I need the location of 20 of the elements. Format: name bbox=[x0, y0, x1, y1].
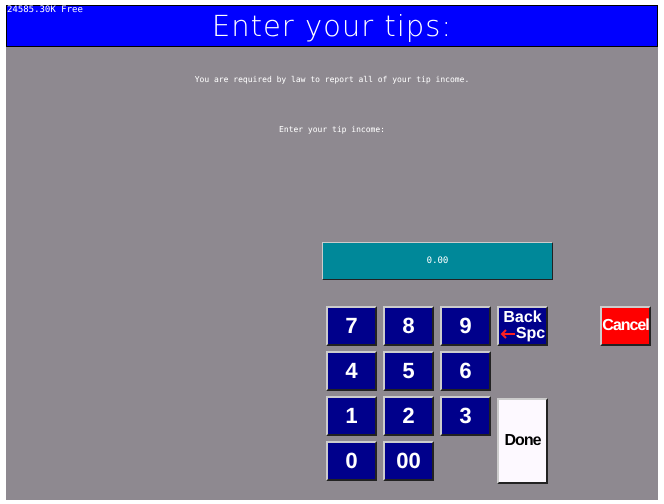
done-button[interactable]: Done bbox=[497, 398, 548, 484]
notice-text: You are required by law to report all of your tip income. bbox=[194, 75, 470, 84]
digit-key[interactable]: 4 bbox=[326, 351, 377, 391]
digit-key[interactable]: 00 bbox=[383, 441, 434, 481]
free-memory: 24585.30K Free bbox=[7, 5, 83, 15]
backspace-key[interactable]: Back Spc bbox=[497, 306, 548, 346]
digit-key[interactable]: 3 bbox=[440, 396, 491, 436]
digit-key[interactable]: 6 bbox=[440, 351, 491, 391]
screen-title: Enter your tips: bbox=[212, 9, 452, 43]
digit-key[interactable]: 0 bbox=[326, 441, 377, 481]
digit-key[interactable]: 7 bbox=[326, 306, 377, 346]
digit-key[interactable]: 1 bbox=[326, 396, 377, 436]
digit-key[interactable]: 2 bbox=[383, 396, 434, 436]
digit-key[interactable]: 5 bbox=[383, 351, 434, 391]
digit-key[interactable]: 9 bbox=[440, 306, 491, 346]
prompt-text: Enter your tip income: bbox=[279, 125, 385, 134]
digit-key[interactable]: 8 bbox=[383, 306, 434, 346]
cancel-button[interactable]: Cancel bbox=[600, 306, 651, 346]
amount-field[interactable]: 0.00 bbox=[322, 242, 553, 280]
left-arrow-icon bbox=[500, 329, 516, 339]
